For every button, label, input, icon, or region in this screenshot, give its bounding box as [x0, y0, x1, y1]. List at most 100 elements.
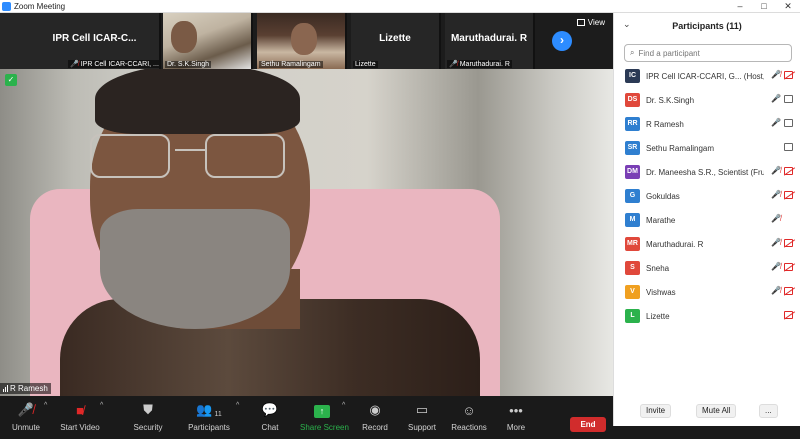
security-button[interactable]: ⛊ Security [130, 396, 166, 439]
video-off-icon[interactable] [784, 70, 793, 79]
muted-mic-icon[interactable]: 🎤̸ [771, 286, 781, 295]
encryption-shield-icon[interactable]: ✓ [5, 74, 17, 86]
participant-search[interactable]: ⌕ [624, 44, 792, 62]
share-screen-button[interactable]: ↑ Share Screen ^ [300, 396, 349, 439]
participant-name: IPR Cell ICAR-CCARI, G... (Host, me) [646, 71, 764, 81]
window-titlebar: Zoom Meeting – □ ✕ [0, 0, 800, 13]
panel-header: ⌄ Participants (11) [614, 13, 800, 38]
video-tile[interactable]: Dr. S.K.Singh [163, 13, 253, 69]
participant-name: Marathe [646, 215, 676, 225]
start-video-button[interactable]: ■̸ Start Video ^ [58, 396, 103, 439]
support-button[interactable]: ▭ Support [405, 396, 439, 439]
participant-row[interactable]: G Gokuldas 🎤̸ [614, 186, 800, 206]
participant-row[interactable]: RR R Ramesh 🎤 [614, 114, 800, 134]
tile-caption: 🎤̸ IPR Cell ICAR-CCARI, ... [68, 60, 159, 68]
audio-options-caret[interactable]: ^ [44, 402, 47, 409]
muted-mic-icon[interactable]: 🎤̸ [771, 262, 781, 271]
close-button[interactable]: ✕ [776, 0, 800, 12]
participants-options-caret[interactable]: ^ [236, 402, 239, 409]
panel-title: Participants (11) [672, 20, 742, 31]
video-icon[interactable] [784, 94, 793, 103]
share-screen-icon: ↑ [300, 396, 344, 418]
video-off-icon[interactable] [784, 262, 793, 271]
window-title: Zoom Meeting [14, 1, 66, 11]
participant-row[interactable]: S Sneha 🎤̸ [614, 258, 800, 278]
participant-row[interactable]: IC IPR Cell ICAR-CCARI, G... (Host, me) 🎤̸ [614, 66, 800, 86]
avatar: V [625, 285, 640, 299]
avatar: G [625, 189, 640, 203]
speaker-name: R Ramesh [10, 384, 48, 393]
participant-row[interactable]: M Marathe 🎤̸ [614, 210, 800, 230]
participant-row[interactable]: MR Maruthadurai. R 🎤̸ [614, 234, 800, 254]
avatar: DS [625, 93, 640, 107]
video-options-caret[interactable]: ^ [100, 402, 103, 409]
tile-caption-text: Lizette [355, 61, 376, 68]
search-input[interactable] [638, 48, 779, 58]
muted-mic-icon[interactable]: 🎤̸ [771, 70, 781, 79]
mic-icon[interactable]: 🎤 [771, 94, 781, 103]
tile-caption-text: Maruthadurai. R [459, 60, 510, 68]
participants-label: Participants [188, 423, 230, 432]
participants-button[interactable]: 👥 11 Participants ^ [188, 396, 239, 439]
muted-mic-icon[interactable]: 🎤̸ [771, 238, 781, 247]
participant-row[interactable]: V Vishwas 🎤̸ [614, 282, 800, 302]
video-off-icon[interactable] [784, 190, 793, 199]
participant-row[interactable]: SRSethu Ramalingam🎤 [614, 138, 800, 158]
participant-video [171, 21, 197, 53]
record-icon: ◉ [369, 402, 381, 417]
minimize-button[interactable]: – [728, 0, 752, 12]
participant-name: Dr. Maneesha S.R., Scientist (Fruit... [646, 167, 764, 177]
video-strip: IPR Cell ICAR-C... 🎤̸ IPR Cell ICAR-CCAR… [0, 13, 613, 69]
security-label: Security [133, 423, 163, 432]
mute-all-button[interactable]: Mute All [696, 404, 737, 418]
next-page-button[interactable]: › [552, 31, 572, 51]
participants-panel: ⌄ Participants (11) ⌕ IC IPR Cell ICAR-CC… [613, 13, 800, 426]
more-label: More [506, 423, 526, 432]
participants-count: 11 [214, 411, 222, 418]
share-options-caret[interactable]: ^ [342, 402, 345, 409]
more-button[interactable]: ••• More [502, 396, 530, 439]
record-label: Record [362, 423, 388, 432]
muted-mic-icon[interactable]: 🎤̸ [771, 166, 781, 175]
signal-bars-icon [3, 385, 8, 392]
end-meeting-button[interactable]: End [570, 417, 606, 432]
video-tile[interactable]: Maruthadurai. R 🎤̸ Maruthadurai. R [445, 13, 535, 69]
maximize-button[interactable]: □ [752, 0, 776, 12]
video-tile[interactable]: Sethu Ramalingam [257, 13, 347, 69]
tile-caption: Lizette [353, 61, 378, 68]
video-off-icon[interactable] [784, 166, 793, 175]
video-off-icon[interactable] [784, 310, 793, 319]
video-icon[interactable] [784, 118, 793, 127]
muted-mic-icon[interactable]: 🎤̸ [771, 190, 781, 199]
muted-mic-icon[interactable]: 🎤̸ [771, 214, 781, 223]
video-tile[interactable]: Lizette Lizette [351, 13, 441, 69]
tile-display-name: IPR Cell ICAR-C... [52, 33, 137, 44]
video-tile[interactable]: IPR Cell ICAR-C... 🎤̸ IPR Cell ICAR-CCAR… [0, 13, 161, 69]
more-options-button[interactable]: ... [759, 404, 778, 418]
view-button[interactable]: View [576, 18, 605, 27]
avatar: IC [625, 69, 640, 83]
view-label: View [587, 18, 605, 27]
chevron-down-icon[interactable]: ⌄ [623, 19, 631, 30]
participant-name: Sneha [646, 263, 670, 273]
mic-icon[interactable]: 🎤 [771, 118, 781, 127]
participant-row[interactable]: DM Dr. Maneesha S.R., Scientist (Fruit...… [614, 162, 800, 182]
video-off-icon[interactable] [784, 238, 793, 247]
chat-button[interactable]: 💬 Chat [256, 396, 284, 439]
invite-button[interactable]: Invite [640, 404, 672, 418]
participant-video [291, 23, 317, 55]
participant-name: Maruthadurai. R [646, 239, 704, 249]
record-button[interactable]: ◉ Record [360, 396, 390, 439]
search-icon: ⌕ [630, 48, 635, 57]
support-label: Support [407, 423, 437, 432]
reactions-button[interactable]: ☺ Reactions [450, 396, 488, 439]
unmute-button[interactable]: 🎤̸ Unmute ^ [6, 396, 47, 439]
avatar: L [625, 309, 640, 323]
video-icon[interactable] [784, 142, 793, 151]
participant-row[interactable]: LLizette🎤 [614, 306, 800, 326]
participant-name: R Ramesh [646, 119, 684, 129]
avatar: DM [625, 165, 640, 179]
participant-row[interactable]: DS Dr. S.K.Singh 🎤 [614, 90, 800, 110]
video-off-icon[interactable] [784, 286, 793, 295]
tile-caption-text: Dr. S.K.Singh [167, 61, 210, 68]
